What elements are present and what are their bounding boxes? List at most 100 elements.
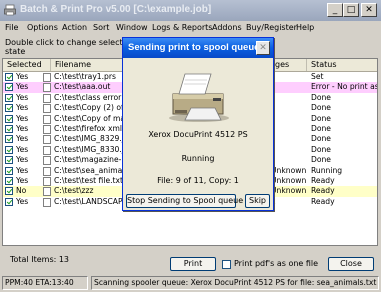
selected-cell: Yes <box>16 165 29 175</box>
selection-hint: Double click to change selection state <box>5 38 135 56</box>
pages-cell: Unknown <box>271 176 307 185</box>
selected-cell: Yes <box>16 124 29 133</box>
printer-animation-icon <box>169 73 229 122</box>
selected-cell: Yes <box>16 155 29 165</box>
close-button[interactable]: Close <box>328 257 374 271</box>
status-cell: Done <box>311 92 331 102</box>
pages-cell: 2 <box>271 197 307 207</box>
menu-action[interactable]: Action <box>62 23 87 32</box>
selected-cell: Yes <box>16 144 29 154</box>
pages-cell <box>271 124 307 134</box>
app-printer-icon <box>4 4 16 16</box>
status-cell: Done <box>311 103 331 113</box>
selected-cell: Yes <box>16 113 29 123</box>
menu-window[interactable]: Window <box>116 23 148 32</box>
dialog-title-bar[interactable]: Sending print to spool queue... ✕ <box>123 38 273 58</box>
maximize-button[interactable]: □ <box>343 3 359 17</box>
dialog-title: Sending print to spool queue... <box>128 42 268 53</box>
file-icon <box>43 104 51 114</box>
selected-checkbox-icon[interactable] <box>5 156 13 165</box>
status-bar: PPM:40 ETA:13:40 Scanning spooler queue:… <box>0 274 381 292</box>
file-icon <box>43 197 51 207</box>
menu-buy-register[interactable]: Buy/Register <box>246 23 297 32</box>
total-items-label: Total Items: 13 <box>10 255 70 264</box>
menu-options[interactable]: Options <box>27 23 58 32</box>
selected-cell: Yes <box>16 82 29 92</box>
close-window-button[interactable]: ✕ <box>361 3 377 17</box>
dialog-progress: File: 9 of 11, Copy: 1 <box>157 176 239 185</box>
status-cell: Ready <box>311 176 335 185</box>
print-pdf-one-file-checkbox[interactable] <box>222 260 231 269</box>
file-icon <box>43 166 51 176</box>
selected-cell: Yes <box>16 92 29 102</box>
selected-checkbox-icon[interactable] <box>5 104 13 113</box>
selected-cell: Yes <box>16 103 29 113</box>
menu-addons[interactable]: Addons <box>212 23 242 32</box>
title-bar[interactable]: Batch & Print Pro v5.00 [C:\example.job]… <box>0 0 381 21</box>
selected-cell: Yes <box>16 72 29 81</box>
status-cell: Done <box>311 134 331 144</box>
pages-cell <box>271 82 307 92</box>
file-icon <box>43 125 51 134</box>
selected-checkbox-icon[interactable] <box>5 145 13 154</box>
file-icon <box>43 114 51 124</box>
pages-cell <box>271 155 307 165</box>
menu-help[interactable]: Help <box>296 23 314 32</box>
selected-checkbox-icon[interactable] <box>5 114 13 123</box>
menu-sort[interactable]: Sort <box>93 23 109 32</box>
print-pdf-one-file-label: Print pdf's as one file <box>234 259 319 268</box>
pages-cell <box>271 93 307 103</box>
status-cell: Ready <box>311 186 335 196</box>
file-icon <box>43 177 51 186</box>
status-message-panel: Scanning spooler queue: Xerox DocuPrint … <box>91 276 379 290</box>
dialog-printer-name: Xerox DocuPrint 4512 PS <box>148 130 248 139</box>
menu-file[interactable]: File <box>5 23 18 32</box>
minimize-button[interactable]: _ <box>327 3 343 17</box>
selected-checkbox-icon[interactable] <box>5 177 13 185</box>
status-cell: Ready <box>311 196 335 206</box>
status-cell: Running <box>311 165 343 175</box>
file-icon <box>43 83 51 93</box>
window-title: Batch & Print Pro v5.00 [C:\example.job] <box>20 4 212 15</box>
column-selected[interactable]: Selected <box>3 59 51 71</box>
file-icon <box>43 93 51 103</box>
status-cell: Error - No print association <box>311 82 378 92</box>
selected-checkbox-icon[interactable] <box>5 187 13 196</box>
selected-checkbox-icon[interactable] <box>5 73 13 81</box>
selected-checkbox-icon[interactable] <box>5 197 13 206</box>
selected-cell: Yes <box>16 196 29 206</box>
column-status[interactable]: Status <box>307 59 377 71</box>
file-icon <box>43 156 51 166</box>
dialog-close-icon[interactable]: ✕ <box>256 41 270 55</box>
selected-checkbox-icon[interactable] <box>5 125 13 133</box>
stop-sending-button[interactable]: Stop Sending to Spool queue <box>126 194 243 208</box>
selected-checkbox-icon[interactable] <box>5 166 13 175</box>
selected-cell: No <box>16 186 27 196</box>
file-icon <box>43 187 51 197</box>
selected-checkbox-icon[interactable] <box>5 83 13 92</box>
pages-cell: Unknown <box>271 165 307 175</box>
pages-cell <box>271 145 307 155</box>
pages-cell <box>271 72 307 82</box>
file-icon <box>43 73 51 82</box>
selected-cell: Yes <box>16 134 29 144</box>
selected-checkbox-icon[interactable] <box>5 93 13 102</box>
skip-button[interactable]: Skip <box>245 194 270 208</box>
pages-cell <box>271 134 307 144</box>
file-icon <box>43 145 51 155</box>
status-cell: Done <box>311 113 331 123</box>
selected-checkbox-icon[interactable] <box>5 135 13 144</box>
column-pages[interactable]: ges <box>271 59 307 71</box>
selected-cell: Yes <box>16 176 29 185</box>
status-cell: Done <box>311 155 331 165</box>
dialog-state: Running <box>181 154 215 163</box>
spool-queue-dialog: Sending print to spool queue... ✕ Xerox … <box>122 37 274 211</box>
print-button[interactable]: Print <box>170 257 216 271</box>
pages-cell: Unknown <box>271 186 307 196</box>
pages-cell <box>271 103 307 113</box>
menu-bar: File Options Action Sort Window Logs & R… <box>0 21 381 35</box>
pages-cell <box>271 114 307 124</box>
menu-logs-reports[interactable]: Logs & Reports <box>152 23 212 32</box>
ppm-eta-panel: PPM:40 ETA:13:40 <box>2 276 88 290</box>
status-cell: Done <box>311 124 331 133</box>
